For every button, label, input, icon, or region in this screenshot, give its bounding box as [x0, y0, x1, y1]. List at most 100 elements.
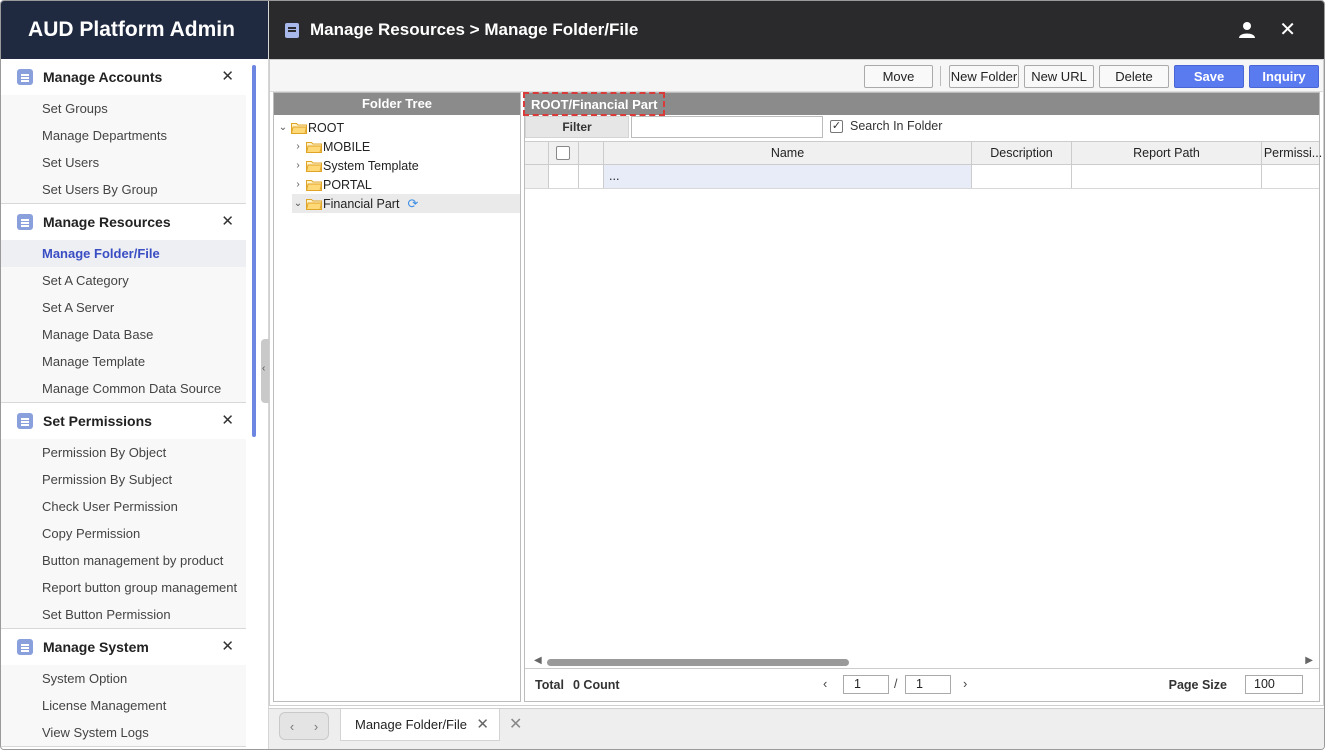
chevron-right-icon[interactable]: › [292, 160, 304, 171]
tree-node-portal[interactable]: › PORTAL [292, 175, 372, 194]
scroll-right-icon[interactable]: ▶ [1305, 655, 1313, 666]
sidebar-item-permission-by-object[interactable]: Permission By Object [1, 439, 246, 466]
folder-tree-panel: Folder Tree ⌄ ROOT › MOBILE › System Tem… [273, 92, 521, 702]
page-size-input[interactable]: 100 [1245, 675, 1303, 694]
inquiry-button[interactable]: Inquiry [1249, 65, 1319, 88]
tree-node-mobile[interactable]: › MOBILE [292, 137, 370, 156]
group-title: Manage Resources [43, 214, 171, 230]
new-folder-button[interactable]: New Folder [949, 65, 1019, 88]
scrollbar-thumb[interactable] [547, 659, 849, 666]
sidebar-item-manage-data-base[interactable]: Manage Data Base [1, 321, 246, 348]
sidebar-menu: Manage Accounts ✕ Set Groups Manage Depa… [1, 59, 246, 749]
save-button[interactable]: Save [1174, 65, 1244, 88]
sidebar-item-set-users-by-group[interactable]: Set Users By Group [1, 176, 246, 203]
tree-node-label: Financial Part [323, 196, 400, 211]
refresh-icon[interactable]: ⟳ [407, 196, 418, 212]
close-icon[interactable]: ✕ [221, 214, 234, 230]
close-icon[interactable]: ✕ [476, 709, 489, 740]
move-button[interactable]: Move [864, 65, 933, 88]
chevron-down-icon[interactable]: ⌄ [277, 122, 289, 133]
chevron-right-icon[interactable]: › [292, 179, 304, 190]
chevron-right-icon[interactable]: › [963, 676, 967, 691]
toolbar-divider [940, 66, 941, 86]
sidebar-item-report-button-group[interactable]: Report button group management [1, 574, 246, 601]
col-description[interactable]: Description [972, 142, 1072, 164]
sidebar-item-manage-departments[interactable]: Manage Departments [1, 122, 246, 149]
col-report-path[interactable]: Report Path [1072, 142, 1262, 164]
group-header[interactable]: Manage Accounts ✕ [1, 59, 246, 95]
sidebar-item-system-option[interactable]: System Option [1, 665, 246, 692]
sidebar-item-check-user-permission[interactable]: Check User Permission [1, 493, 246, 520]
sidebar-item-set-button-permission[interactable]: Set Button Permission [1, 601, 246, 628]
group-title: Manage Accounts [43, 69, 163, 85]
tab-bar: ‹ › Manage Folder/File ✕ ✕ [269, 708, 1324, 749]
tree-node-financial-part[interactable]: ⌄ Financial Part ⟳ [292, 194, 520, 213]
group-title: Manage System [43, 639, 149, 655]
group-manage-resources: Manage Resources ✕ Manage Folder/File Se… [1, 204, 246, 403]
sidebar-item-set-a-server[interactable]: Set A Server [1, 294, 246, 321]
chevron-left-icon: ‹ [262, 363, 266, 374]
chevron-left-icon[interactable]: ‹ [290, 719, 294, 734]
group-manage-system: Manage System ✕ System Option License Ma… [1, 629, 246, 747]
tab-nav: ‹ › [279, 712, 329, 740]
close-icon[interactable]: ✕ [221, 69, 234, 85]
row-report-path-cell [1072, 165, 1262, 188]
table-row[interactable]: ... [525, 165, 1319, 189]
tree-node-root[interactable]: ⌄ ROOT [277, 118, 344, 137]
row-name-cell[interactable]: ... [604, 165, 972, 188]
col-permission[interactable]: Permissi... [1262, 142, 1324, 164]
horizontal-scrollbar[interactable]: ◀ ▶ [525, 655, 1319, 668]
tab-manage-folder-file[interactable]: Manage Folder/File ✕ [340, 709, 500, 741]
col-name[interactable]: Name [604, 142, 972, 164]
group-header[interactable]: Manage Resources ✕ [1, 204, 246, 240]
row-header-cell [525, 165, 549, 188]
total-label: Total [535, 678, 564, 692]
sidebar-item-set-users[interactable]: Set Users [1, 149, 246, 176]
group-header[interactable]: Set Permissions ✕ [1, 403, 246, 439]
search-in-folder-label: Search In Folder [850, 119, 943, 133]
sidebar-item-manage-common-data-source[interactable]: Manage Common Data Source [1, 375, 246, 402]
chevron-right-icon[interactable]: › [292, 141, 304, 152]
sidebar-item-license-management[interactable]: License Management [1, 692, 246, 719]
close-icon[interactable]: ✕ [221, 413, 234, 429]
close-all-tabs-icon[interactable]: ✕ [509, 714, 522, 734]
sidebar-scrollbar[interactable] [252, 65, 256, 437]
page-title: Manage Resources > Manage Folder/File [310, 20, 639, 39]
delete-button[interactable]: Delete [1099, 65, 1169, 88]
sidebar-item-manage-template[interactable]: Manage Template [1, 348, 246, 375]
path-header: ROOT/Financial Part [523, 92, 1319, 116]
new-url-button[interactable]: New URL [1024, 65, 1094, 88]
user-icon[interactable] [1238, 21, 1256, 39]
sidebar-item-set-groups[interactable]: Set Groups [1, 95, 246, 122]
group-header[interactable]: Manage System ✕ [1, 629, 246, 665]
row-description-cell [972, 165, 1072, 188]
current-path: ROOT/Financial Part [523, 92, 666, 116]
chevron-down-icon[interactable]: ⌄ [292, 198, 304, 209]
select-all-checkbox[interactable] [556, 146, 570, 160]
row-header-cell [525, 142, 549, 164]
sidebar-item-set-a-category[interactable]: Set A Category [1, 267, 246, 294]
sidebar-item-button-management[interactable]: Button management by product [1, 547, 246, 574]
tree-node-system-template[interactable]: › System Template [292, 156, 418, 175]
sidebar-item-view-system-logs[interactable]: View System Logs [1, 719, 246, 746]
folder-icon [306, 198, 322, 210]
current-page-input[interactable]: 1 [843, 675, 889, 694]
type-col-header [579, 142, 604, 164]
chevron-left-icon[interactable]: ‹ [823, 676, 827, 691]
scroll-left-icon[interactable]: ◀ [534, 655, 542, 666]
filter-row: Filter ✓ Search In Folder [525, 115, 1319, 139]
sidebar-item-copy-permission[interactable]: Copy Permission [1, 520, 246, 547]
filter-input[interactable] [631, 116, 823, 138]
close-icon[interactable]: ✕ [1279, 18, 1296, 42]
close-icon[interactable]: ✕ [221, 639, 234, 655]
folder-tree-title: Folder Tree [274, 93, 520, 115]
select-all-cell [549, 142, 579, 164]
folder-icon [306, 141, 322, 153]
group-set-permissions: Set Permissions ✕ Permission By Object P… [1, 403, 246, 629]
sidebar-collapse-handle[interactable]: ‹ [261, 339, 269, 403]
search-in-folder-checkbox[interactable]: ✓ [830, 120, 843, 133]
top-header: Manage Resources > Manage Folder/File ✕ [269, 1, 1324, 59]
chevron-right-icon[interactable]: › [314, 719, 318, 734]
sidebar-item-manage-folder-file[interactable]: Manage Folder/File [1, 240, 246, 267]
sidebar-item-permission-by-subject[interactable]: Permission By Subject [1, 466, 246, 493]
